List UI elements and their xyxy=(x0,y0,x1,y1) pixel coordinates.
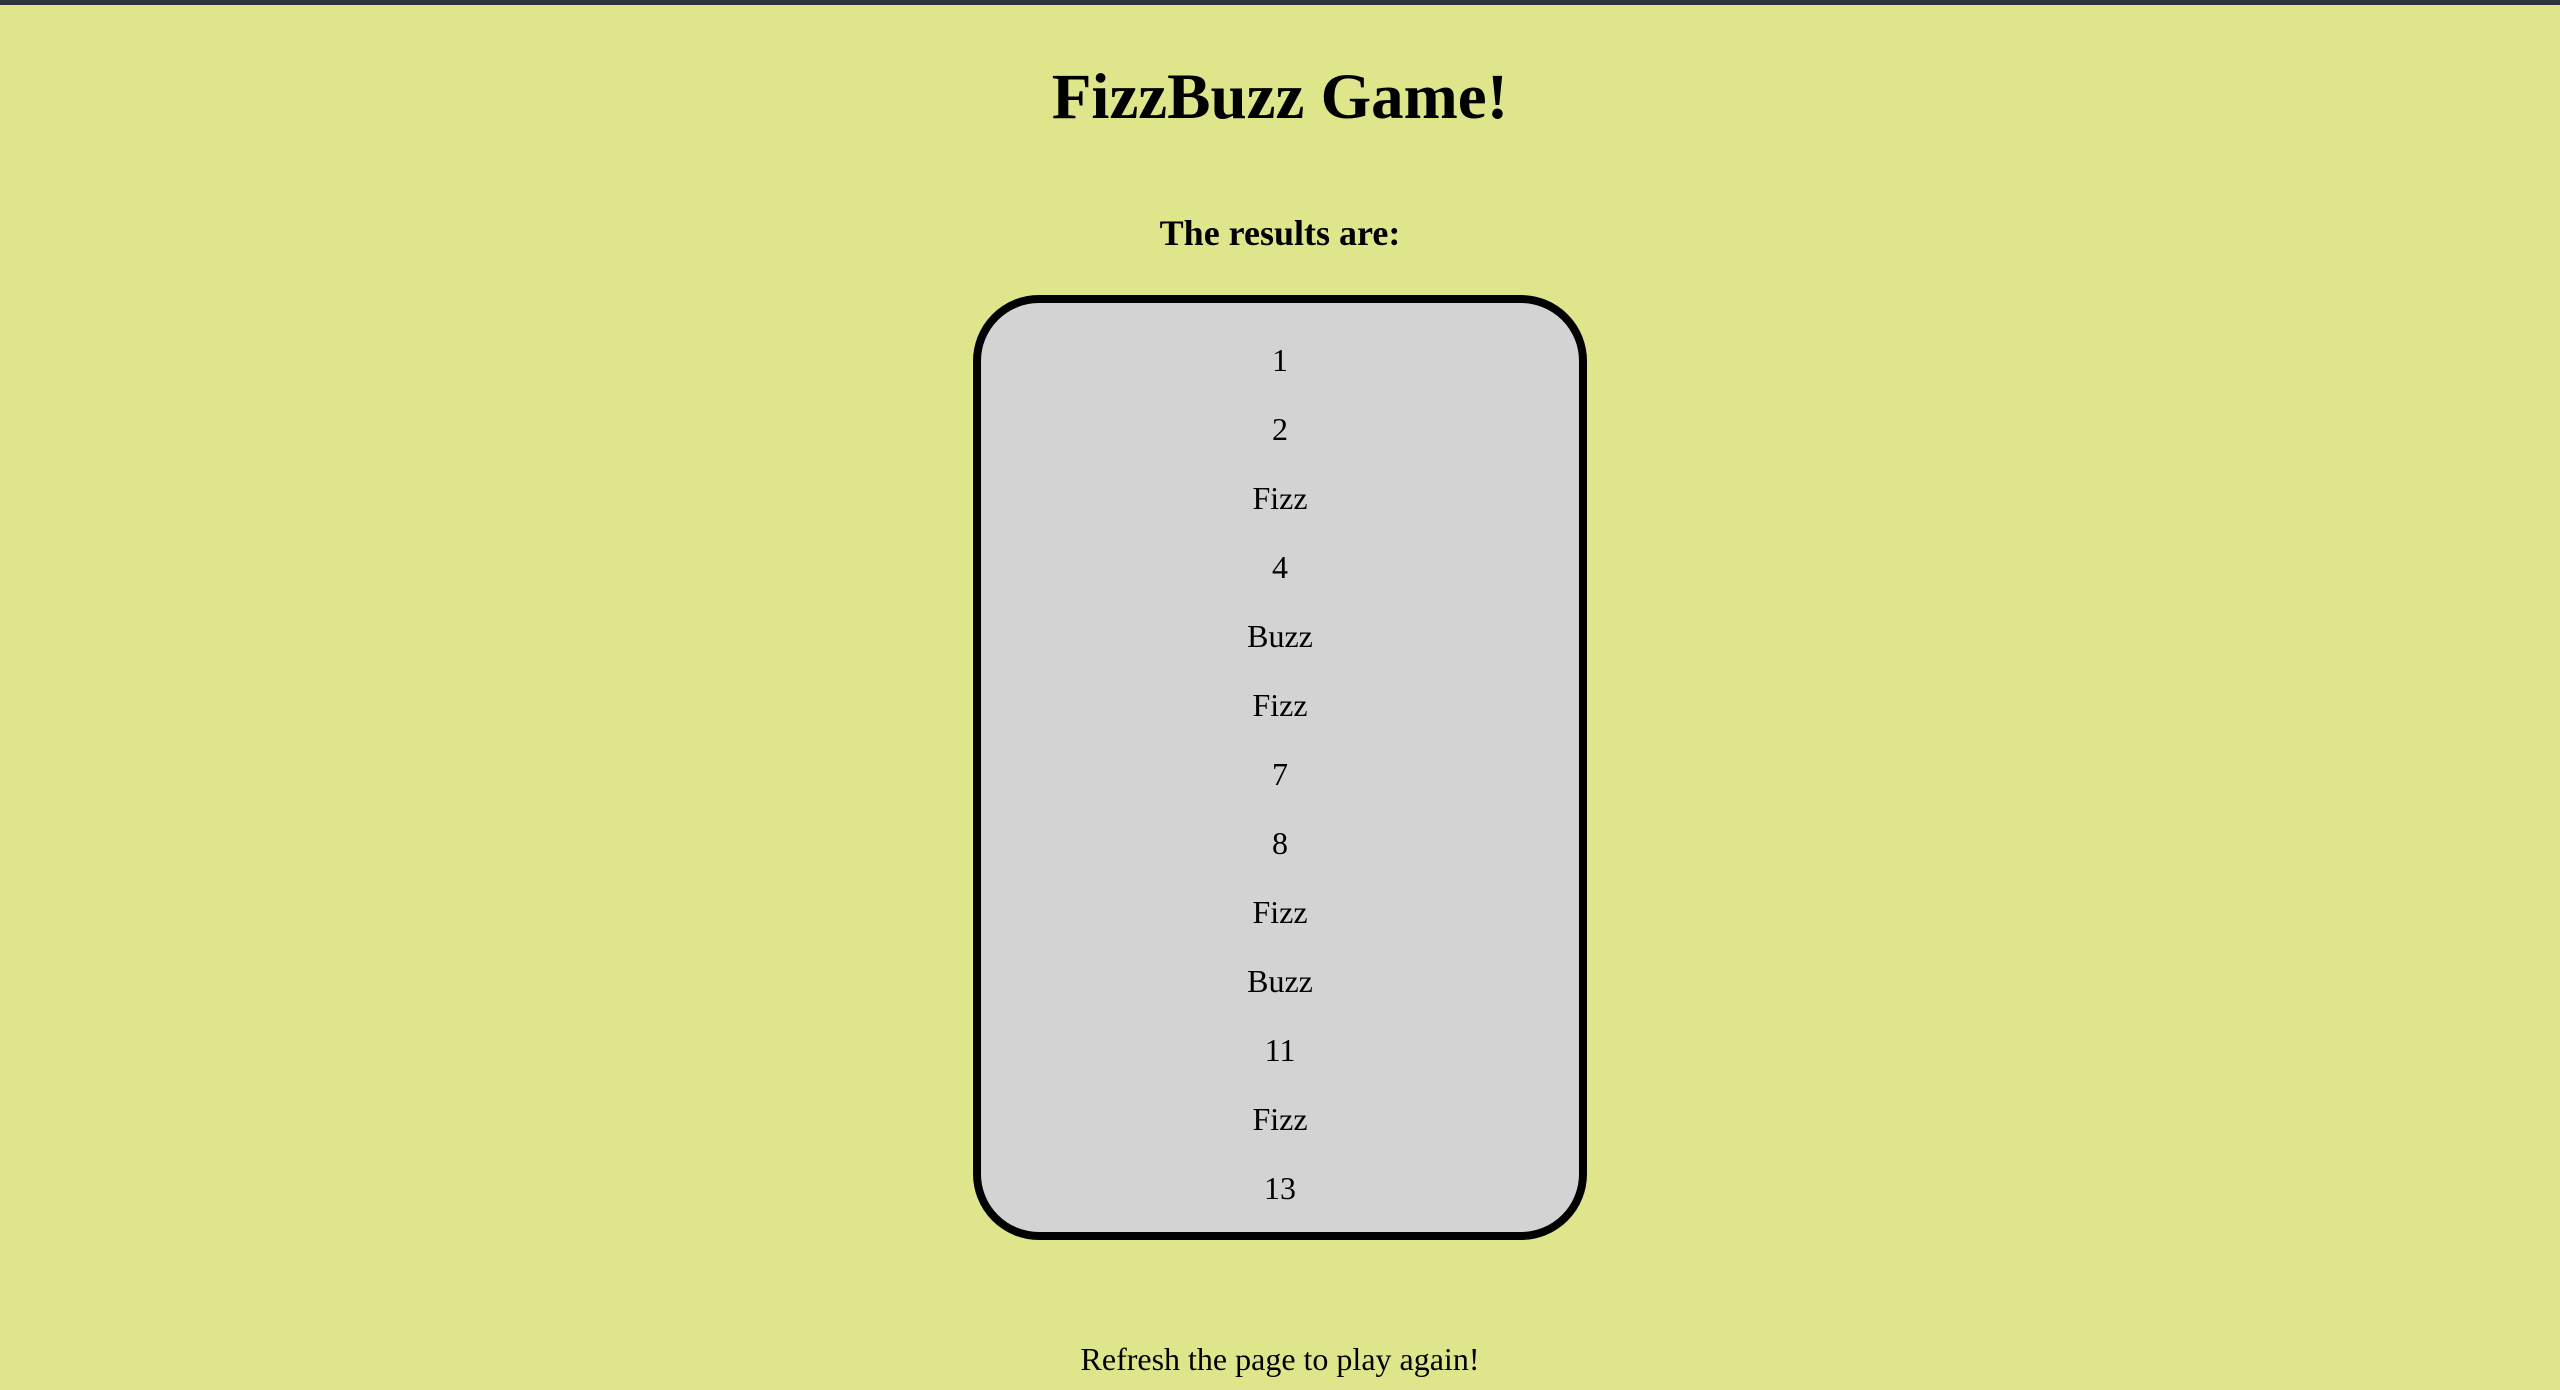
result-item: 4 xyxy=(1272,549,1288,585)
result-item: Fizz xyxy=(1252,1101,1308,1137)
result-item: Buzz xyxy=(1247,618,1313,654)
header: FizzBuzz Game! xyxy=(0,57,2560,137)
result-item: 2 xyxy=(1272,411,1288,447)
result-item: 1 xyxy=(1272,342,1288,378)
result-item: Fizz xyxy=(1252,480,1308,516)
refresh-instructions: Refresh the page to play again! xyxy=(1080,1341,1480,1377)
result-item: 8 xyxy=(1272,825,1288,861)
result-item: 13 xyxy=(1264,1170,1296,1206)
result-item: Buzz xyxy=(1247,963,1313,999)
results-list: 1 2 Fizz 4 Buzz Fizz 7 8 Fizz Buzz 11 Fi… xyxy=(981,338,1579,1235)
result-item: 11 xyxy=(1264,1032,1296,1068)
result-item: Fizz xyxy=(1252,687,1308,723)
results-box: 1 2 Fizz 4 Buzz Fizz 7 8 Fizz Buzz 11 Fi… xyxy=(973,295,1587,1240)
page-title: FizzBuzz Game! xyxy=(1051,61,1509,133)
results-heading: The results are: xyxy=(1159,213,1401,253)
result-item: 7 xyxy=(1272,756,1288,792)
result-item: Fizz xyxy=(1252,894,1308,930)
